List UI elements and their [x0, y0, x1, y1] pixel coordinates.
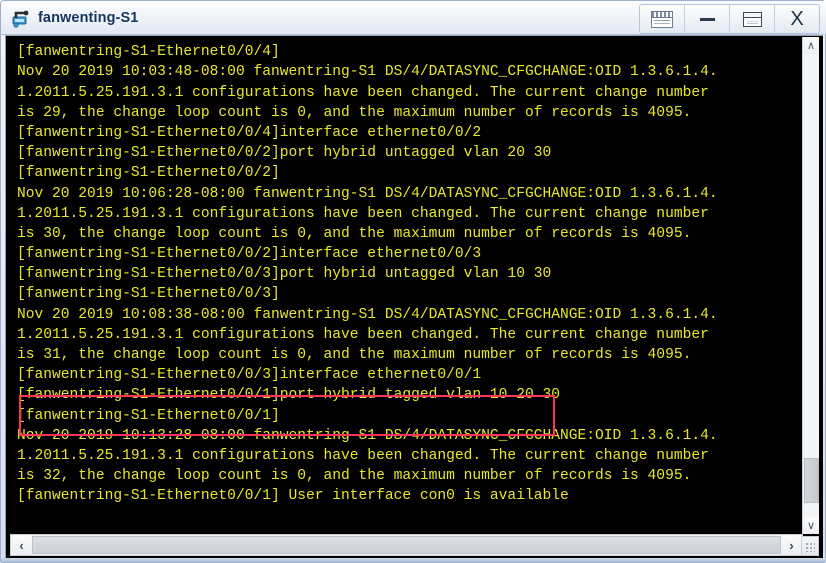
close-icon: X	[790, 8, 804, 30]
terminal-line: Nov 20 2019 10:13:28-08:00 fanwentring-S…	[17, 427, 718, 444]
terminal-line: [fanwentring-S1-Ethernet0/0/1]	[17, 407, 280, 424]
resize-grip[interactable]	[801, 536, 819, 556]
terminal-line: [fanwentring-S1-Ethernet0/0/2]	[17, 165, 280, 182]
terminal-line: [fanwentring-S1-Ethernet0/0/4]interface …	[17, 124, 482, 141]
scroll-right-button[interactable]: ›	[781, 535, 802, 555]
scroll-down-button[interactable]: ∨	[803, 517, 819, 534]
terminal-screen[interactable]: [fanwentring-S1-Ethernet0/0/4] Nov 20 201…	[10, 36, 803, 534]
title-bar[interactable]: fanwenting-S1 X	[1, 1, 826, 35]
window-controls: X	[639, 4, 820, 34]
terminal-line: [fanwentring-S1-Ethernet0/0/2]interface …	[17, 246, 482, 263]
maximize-icon	[742, 11, 762, 27]
terminal-line: is 30, the change loop count is 0, and t…	[17, 225, 692, 242]
terminal-line: [fanwentring-S1-Ethernet0/0/3]port hybri…	[17, 266, 552, 283]
minimize-icon	[699, 17, 715, 21]
terminal-line: [fanwentring-S1-Ethernet0/0/3]	[17, 286, 280, 303]
vertical-scrollbar[interactable]: ∧ ∨	[802, 37, 819, 534]
terminal-line: [fanwentring-S1-Ethernet0/0/1]port hybri…	[17, 387, 560, 404]
terminal-line: 1.2011.5.25.191.3.1 configurations have …	[17, 326, 709, 343]
terminal-line: 1.2011.5.25.191.3.1 configurations have …	[17, 84, 709, 101]
scroll-up-button[interactable]: ∧	[803, 37, 819, 54]
restore-window-button[interactable]	[640, 5, 685, 33]
window-title: fanwenting-S1	[38, 10, 139, 26]
maximize-button[interactable]	[730, 5, 775, 33]
terminal-line: Nov 20 2019 10:08:38-08:00 fanwentring-S…	[17, 306, 718, 323]
minimize-button[interactable]	[685, 5, 730, 33]
terminal-line: 1.2011.5.25.191.3.1 configurations have …	[17, 447, 709, 464]
horizontal-scrollbar[interactable]: ‹ ›	[10, 534, 803, 556]
terminal-line: [fanwentring-S1-Ethernet0/0/3]interface …	[17, 367, 482, 384]
title-bar-left: fanwenting-S1	[11, 1, 138, 35]
terminal-line: [fanwentring-S1-Ethernet0/0/2]port hybri…	[17, 145, 552, 162]
restore-window-icon	[651, 10, 673, 28]
window-bottom-edge	[1, 558, 826, 562]
vertical-scroll-thumb[interactable]	[804, 458, 819, 503]
terminal-output: [fanwentring-S1-Ethernet0/0/4] Nov 20 201…	[10, 36, 803, 534]
network-switch-icon	[11, 8, 31, 28]
scroll-left-button[interactable]: ‹	[11, 535, 32, 555]
horizontal-scroll-track[interactable]	[32, 535, 781, 555]
terminal-line: 1.2011.5.25.191.3.1 configurations have …	[17, 205, 709, 222]
terminal-line: [fanwentring-S1-Ethernet0/0/4]	[17, 44, 280, 61]
close-button[interactable]: X	[775, 5, 819, 33]
terminal-body: [fanwentring-S1-Ethernet0/0/4] Nov 20 201…	[5, 35, 823, 560]
terminal-line: is 29, the change loop count is 0, and t…	[17, 104, 692, 121]
terminal-line: Nov 20 2019 10:06:28-08:00 fanwentring-S…	[17, 185, 718, 202]
horizontal-scroll-thumb[interactable]	[32, 536, 781, 554]
terminal-window: fanwenting-S1 X [fanwentring-S1-Ethernet…	[0, 0, 826, 563]
terminal-line: is 31, the change loop count is 0, and t…	[17, 347, 692, 363]
terminal-line: [fanwentring-S1-Ethernet0/0/1] User inte…	[17, 488, 569, 505]
terminal-line: Nov 20 2019 10:03:48-08:00 fanwentring-S…	[17, 64, 718, 81]
terminal-line: is 32, the change loop count is 0, and t…	[17, 468, 692, 485]
